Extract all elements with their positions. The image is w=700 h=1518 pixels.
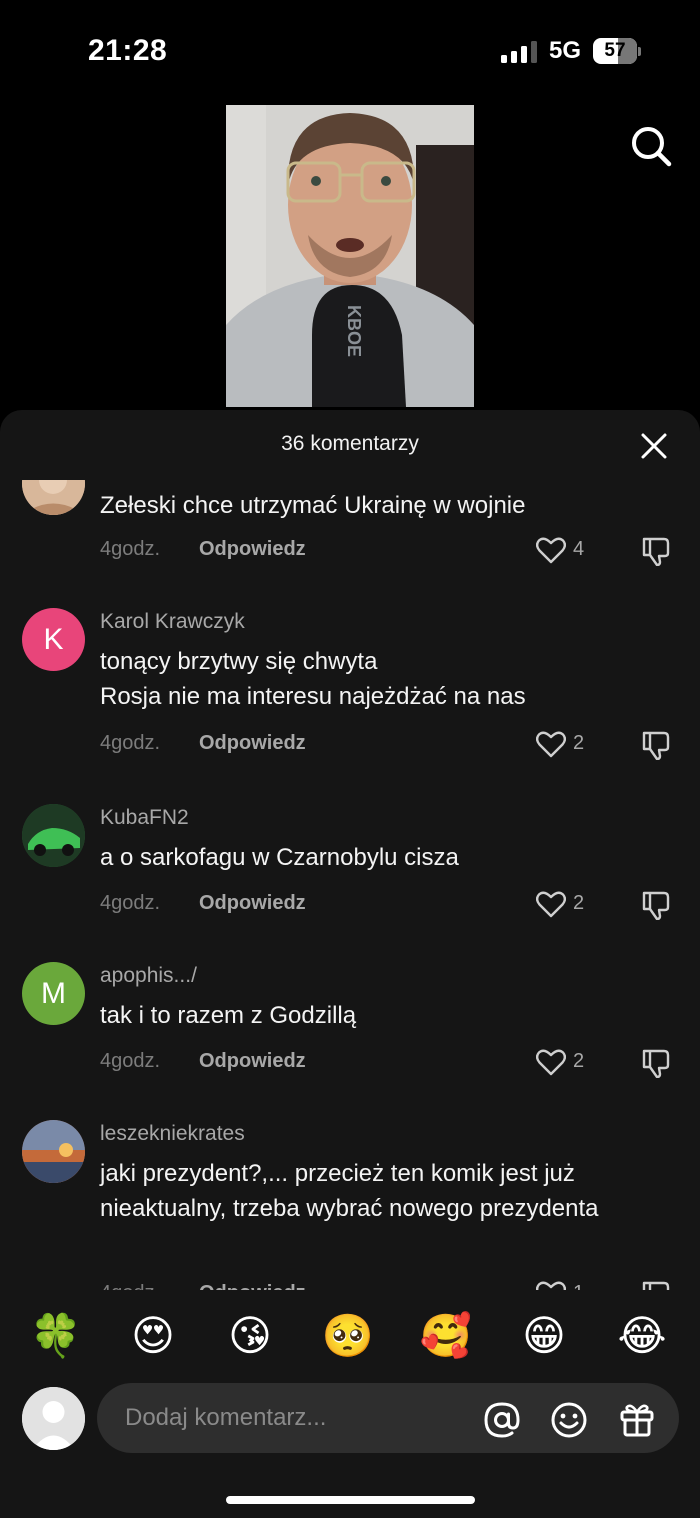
status-bar: 21:28 5G 57 <box>0 0 700 100</box>
dislike-icon[interactable] <box>640 730 672 760</box>
comment-username[interactable]: Karol Krawczyk <box>100 610 245 634</box>
smile-icon[interactable] <box>550 1401 588 1439</box>
emoji-joy-button[interactable]: 😂 <box>614 1308 670 1364</box>
comments-sheet: 36 komentarzy Zełeski chce utrzymać Ukra… <box>0 410 700 1518</box>
dislike-icon[interactable] <box>640 890 672 920</box>
reply-button[interactable]: Odpowiedz <box>199 732 306 755</box>
comment-time: 4godz. <box>100 892 161 914</box>
comment-meta: 4godz. Odpowiedz 2 <box>100 890 680 920</box>
status-time: 21:28 <box>88 34 168 67</box>
emoji-quick-bar: 🍀 😍 😘 🥺 🥰 😁 😂 <box>0 1308 700 1364</box>
comment-username[interactable]: KubaFN2 <box>100 806 189 830</box>
comment-avatar[interactable]: K <box>22 608 85 671</box>
comments-count-title: 36 komentarzy <box>281 432 419 455</box>
svg-text:KBOE: KBOE <box>344 305 364 357</box>
comment-meta: 4godz. Odpowiedz 4 <box>100 536 680 566</box>
comment-username[interactable]: leszekniekrates <box>100 1122 245 1146</box>
close-icon[interactable] <box>638 430 670 462</box>
like-count: 2 <box>573 892 585 914</box>
comment-meta: 4godz. Odpowiedz 2 <box>100 730 680 760</box>
like-count: 4 <box>573 538 585 560</box>
network-type: 5G <box>549 37 582 64</box>
gift-icon[interactable] <box>619 1401 655 1437</box>
search-icon[interactable] <box>630 125 672 167</box>
comment-text: Zełeski chce utrzymać Ukrainę w wojnie <box>100 492 526 519</box>
emoji-clover-button[interactable]: 🍀 <box>28 1308 84 1364</box>
reply-button[interactable]: Odpowiedz <box>199 892 306 915</box>
home-indicator <box>226 1496 475 1504</box>
like-count: 1 <box>573 1282 584 1290</box>
comment-time: 4godz. <box>100 538 161 560</box>
signal-icon <box>501 41 537 63</box>
avatar-letter: K <box>43 622 64 656</box>
battery-level: 57 <box>604 40 626 61</box>
like-icon[interactable] <box>536 890 566 918</box>
emoji-kiss-button[interactable]: 😘 <box>222 1308 278 1364</box>
reply-button[interactable]: Odpowiedz <box>199 538 306 561</box>
reply-button[interactable]: Odpowiedz <box>199 1282 306 1290</box>
dislike-icon[interactable] <box>640 1048 672 1078</box>
dislike-icon[interactable] <box>640 1280 672 1290</box>
video-preview[interactable]: KBOE <box>226 105 474 407</box>
comment-text: jaki prezydent?,... przecież ten komik j… <box>100 1160 599 1222</box>
comment-avatar[interactable] <box>22 480 85 515</box>
comment-avatar[interactable]: M <box>22 962 85 1025</box>
my-avatar <box>22 1387 85 1450</box>
comment-avatar[interactable] <box>22 1120 85 1183</box>
emoji-heart-eyes-button[interactable]: 😍 <box>125 1308 181 1364</box>
like-icon[interactable] <box>536 1048 566 1076</box>
comment-text: tak i to razem z Godzillą <box>100 1002 357 1029</box>
at-icon[interactable] <box>483 1401 521 1439</box>
reply-button[interactable]: Odpowiedz <box>199 1050 306 1073</box>
comment-text: a o sarkofagu w Czarnobylu cisza <box>100 844 459 871</box>
comments-list[interactable]: Zełeski chce utrzymać Ukrainę w wojnie 4… <box>0 480 700 1290</box>
emoji-grin-button[interactable]: 😁 <box>516 1308 572 1364</box>
like-count: 2 <box>573 1050 585 1072</box>
comment-avatar[interactable] <box>22 804 85 867</box>
emoji-pleading-button[interactable]: 🥺 <box>320 1308 376 1364</box>
comment-meta: 4godz. Odpowiedz 1 <box>100 1280 680 1290</box>
like-count: 2 <box>573 732 585 754</box>
comment-time: 4godz. <box>100 1282 160 1290</box>
battery-icon: 57 <box>593 38 641 64</box>
comment-meta: 4godz. Odpowiedz 2 <box>100 1048 680 1078</box>
dislike-icon[interactable] <box>640 536 672 566</box>
like-icon[interactable] <box>536 536 566 564</box>
comment-username[interactable]: apophis.../ <box>100 964 197 988</box>
avatar-letter: M <box>41 976 66 1010</box>
comment-input-bar <box>97 1383 679 1453</box>
like-icon[interactable] <box>536 1280 566 1290</box>
comment-time: 4godz. <box>100 732 161 754</box>
comment-time: 4godz. <box>100 1050 161 1072</box>
comment-text: tonący brzytwy się chwyta Rosja nie ma i… <box>100 648 526 710</box>
video-frame-image: KBOE <box>226 105 474 407</box>
emoji-smiling-hearts-button[interactable]: 🥰 <box>418 1308 474 1364</box>
like-icon[interactable] <box>536 730 566 758</box>
comment-input[interactable] <box>125 1383 465 1453</box>
